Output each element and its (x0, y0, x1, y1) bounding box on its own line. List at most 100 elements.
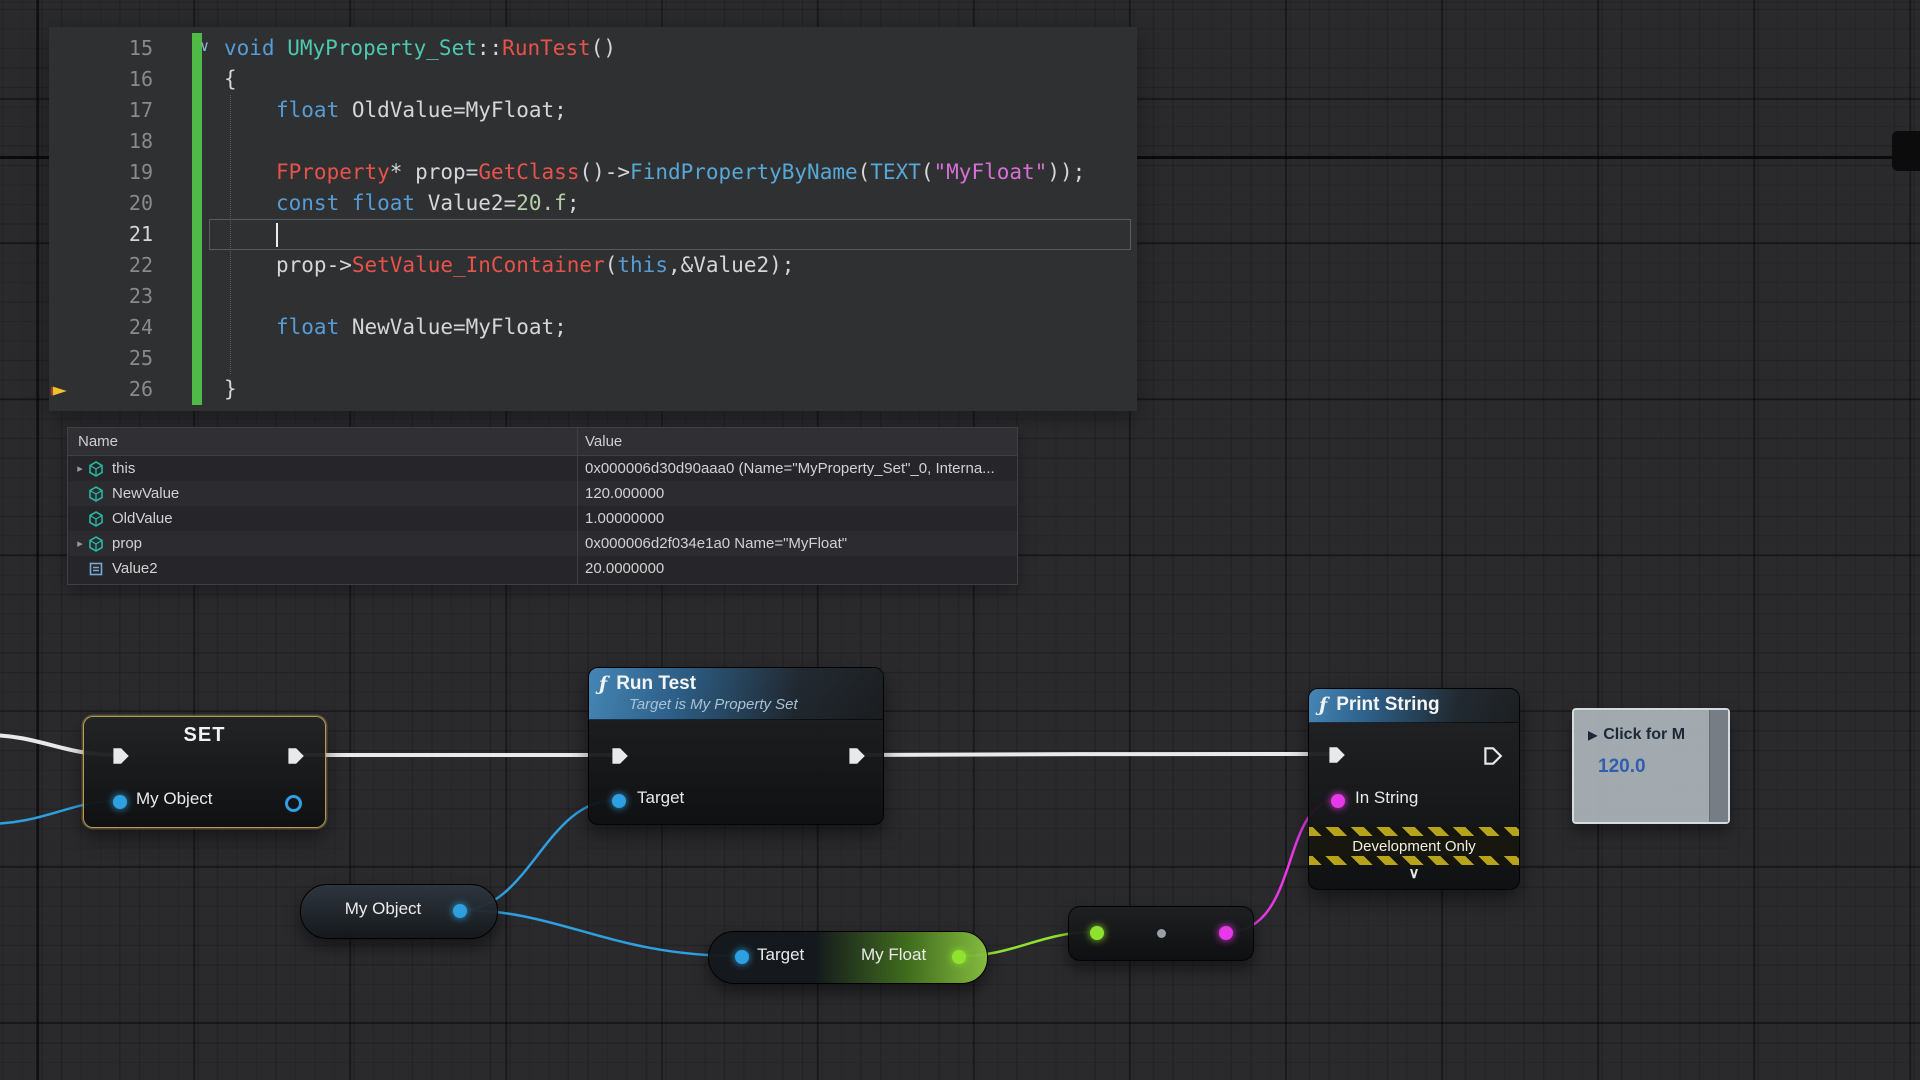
code-token: TEXT (870, 160, 921, 184)
code-token: SetValue_InContainer (352, 253, 605, 277)
code-line-22[interactable]: 22prop->SetValue_InContainer(this,&Value… (49, 250, 1137, 281)
object-output-pin[interactable] (285, 795, 302, 812)
code-line-21[interactable]: 21 (49, 219, 1137, 250)
code-editor[interactable]: 15∨void UMyProperty_Set::RunTest()16{17f… (49, 27, 1137, 411)
code-token: "MyFloat" (934, 160, 1048, 184)
print-string-node[interactable]: ƒ Print String In String Development Onl… (1308, 688, 1520, 890)
object-cube-icon (88, 511, 106, 527)
exec-in-pin[interactable] (608, 745, 630, 767)
variable-value[interactable]: 0x000006d2f034e1a0 Name="MyFloat" (577, 535, 1017, 552)
code-token: } (224, 377, 237, 401)
my-object-label: My Object (315, 899, 451, 919)
variable-value[interactable]: 120.000000 (577, 485, 1017, 502)
conversion-dot-icon (1157, 929, 1166, 938)
print-string-title-bar: ƒ Print String (1309, 689, 1519, 723)
line-number[interactable]: 16 (49, 64, 153, 95)
code-line-26[interactable]: 26►} (49, 374, 1137, 405)
debug-watch-bubble[interactable]: ▶ Click for M 120.0 (1572, 708, 1730, 824)
variable-name[interactable]: prop (112, 535, 142, 552)
variable-name[interactable]: this (112, 460, 135, 477)
fold-chevron-icon[interactable]: ∨ (200, 31, 209, 62)
text-cursor (276, 223, 278, 247)
code-text: float OldValue=MyFloat; (224, 95, 567, 126)
variable-name[interactable]: OldValue (112, 510, 173, 527)
variable-name[interactable]: NewValue (112, 485, 179, 502)
code-token: RunTest (502, 36, 591, 60)
watch-row-prop[interactable]: ▸ prop 0x000006d2f034e1a0 Name="MyFloat" (68, 531, 1017, 556)
code-token: const float (276, 191, 428, 215)
value-column-header[interactable]: Value (577, 433, 622, 450)
exec-out-pin[interactable] (845, 745, 867, 767)
code-line-20[interactable]: 20const float Value2=20.f; (49, 188, 1137, 219)
object-output-pin[interactable] (453, 904, 467, 918)
run-test-node[interactable]: ƒ Run Test Target is My Property Set Tar… (588, 667, 884, 825)
code-text (224, 219, 278, 250)
exec-in-pin[interactable] (1325, 744, 1347, 766)
watch-window[interactable]: Name Value ▸ this 0x000006d30d90aaa0 (Name… (67, 427, 1018, 585)
string-output-pin[interactable] (1219, 926, 1233, 940)
wire-myobject-to-myfloat-target[interactable] (461, 910, 739, 956)
line-number[interactable]: 22 (49, 250, 153, 281)
variable-value[interactable]: 0x000006d30d90aaa0 (Name="MyProperty_Set… (577, 460, 1017, 477)
code-line-15[interactable]: 15∨void UMyProperty_Set::RunTest() (49, 33, 1137, 64)
my-float-getter-node[interactable]: Target My Float (708, 931, 988, 984)
code-line-23[interactable]: 23 (49, 281, 1137, 312)
float-input-pin[interactable] (1090, 926, 1104, 940)
code-line-18[interactable]: 18 (49, 126, 1137, 157)
line-number[interactable]: 18 (49, 126, 153, 157)
object-input-pin[interactable] (113, 795, 127, 809)
target-input-pin[interactable] (735, 950, 749, 964)
variable-value[interactable]: 20.0000000 (577, 560, 1017, 577)
code-token: GetClass (478, 160, 579, 184)
line-number[interactable]: 25 (49, 343, 153, 374)
code-token: )); (1047, 160, 1085, 184)
line-number[interactable]: 15 (49, 33, 153, 64)
my-object-getter-node[interactable]: My Object (300, 884, 498, 939)
field-icon (88, 561, 106, 577)
exec-in-pin[interactable] (109, 745, 131, 767)
bubble-value: 120.0 (1598, 756, 1706, 778)
code-text: FProperty* prop=GetClass()->FindProperty… (224, 157, 1085, 188)
watch-row-NewValue[interactable]: NewValue 120.000000 (68, 481, 1017, 506)
expand-pins-chevron-icon[interactable]: ∨ (1309, 864, 1519, 882)
code-line-25[interactable]: 25 (49, 343, 1137, 374)
watch-row-Value2[interactable]: Value2 20.0000000 (68, 556, 1017, 581)
expander-icon[interactable]: ▸ (72, 537, 88, 550)
code-token: this (617, 253, 668, 277)
code-line-19[interactable]: 19FProperty* prop=GetClass()->FindProper… (49, 157, 1137, 188)
code-token: prop-> (276, 253, 352, 277)
line-number[interactable]: 20 (49, 188, 153, 219)
function-icon: ƒ (1319, 694, 1327, 716)
variable-value[interactable]: 1.00000000 (577, 510, 1017, 527)
line-number[interactable]: 19 (49, 157, 153, 188)
code-line-16[interactable]: 16{ (49, 64, 1137, 95)
code-token: OldValue=MyFloat; (352, 98, 567, 122)
variable-name[interactable]: Value2 (112, 560, 158, 577)
watch-row-OldValue[interactable]: OldValue 1.00000000 (68, 506, 1017, 531)
wire-exec-runtest-to-printstring[interactable] (855, 754, 1335, 755)
float-to-string-conversion-node[interactable] (1068, 906, 1254, 961)
line-number[interactable]: 21 (49, 219, 153, 250)
expander-icon[interactable]: ▸ (72, 462, 88, 475)
column-divider[interactable] (577, 428, 578, 584)
watch-row-this[interactable]: ▸ this 0x000006d30d90aaa0 (Name="MyPropert… (68, 456, 1017, 481)
code-token: FProperty (276, 160, 390, 184)
code-line-24[interactable]: 24float NewValue=MyFloat; (49, 312, 1137, 343)
blueprint-canvas[interactable]: SET My Object ƒ Run Test Target is My Pr… (0, 0, 1920, 1080)
name-column-header[interactable]: Name (68, 433, 577, 450)
float-output-pin[interactable] (952, 950, 966, 964)
code-token: ( (858, 160, 871, 184)
hazard-stripe-top (1309, 827, 1519, 836)
line-number[interactable]: 23 (49, 281, 153, 312)
exec-out-pin[interactable] (1481, 745, 1503, 767)
set-variable-node[interactable]: SET My Object (83, 716, 326, 828)
target-input-pin[interactable] (612, 794, 626, 808)
bubble-label[interactable]: Click for M (1603, 726, 1685, 744)
line-number[interactable]: 24 (49, 312, 153, 343)
my-float-label: My Float (861, 945, 926, 965)
in-string-input-pin[interactable] (1331, 794, 1345, 808)
execution-pointer-icon[interactable]: ► (53, 375, 67, 406)
line-number[interactable]: 17 (49, 95, 153, 126)
code-line-17[interactable]: 17 float OldValue=MyFloat; (49, 95, 1137, 126)
exec-out-pin[interactable] (284, 745, 306, 767)
